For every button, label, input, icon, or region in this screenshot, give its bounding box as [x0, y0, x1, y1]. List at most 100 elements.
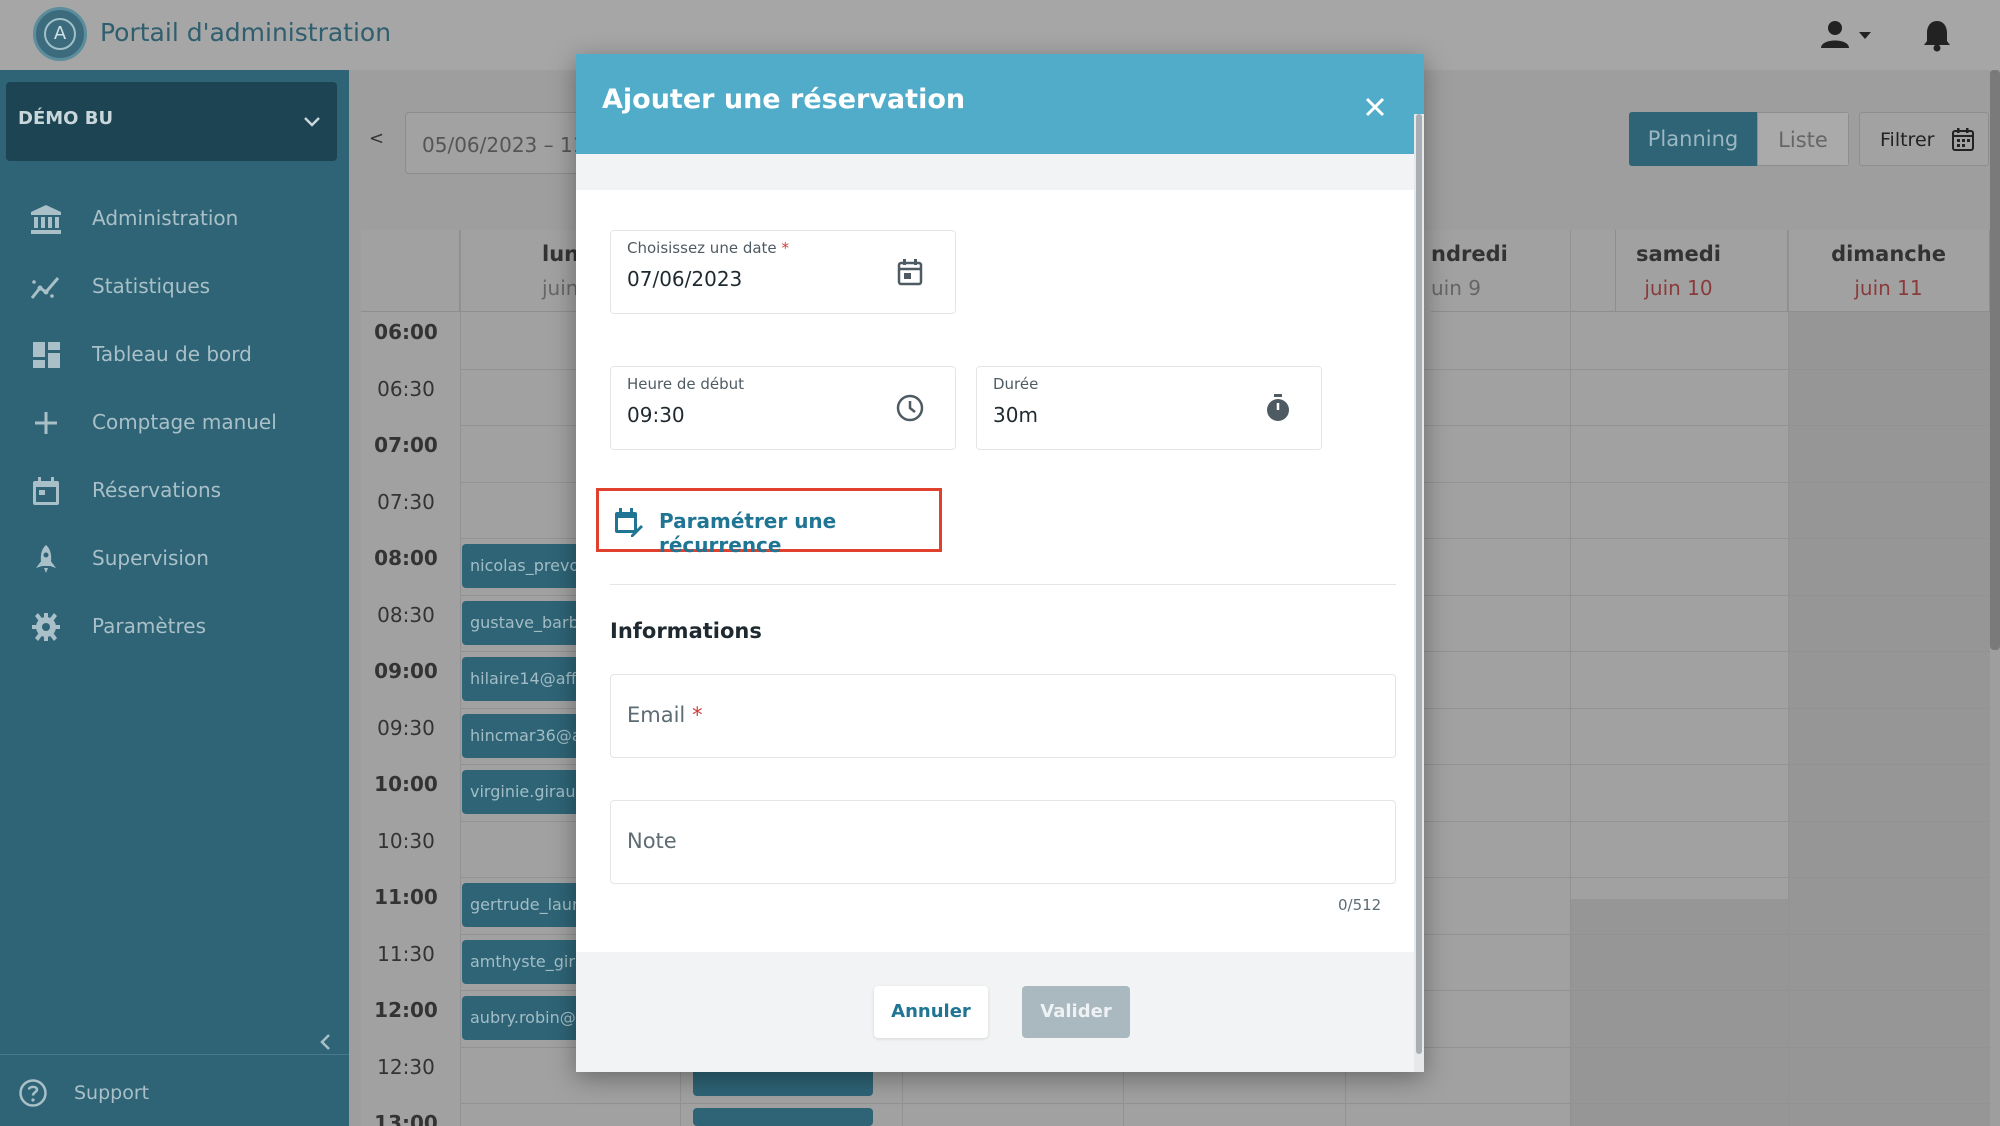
sidebar-item-comptage-manuel[interactable]: Comptage manuel — [0, 394, 349, 450]
time-label: 10:30 — [377, 828, 435, 853]
event-block[interactable] — [693, 1108, 873, 1126]
start-time-field[interactable]: Heure de début 09:30 — [610, 366, 956, 450]
sidebar-item-reservations[interactable]: Réservations — [0, 462, 349, 518]
sidebar-item-parametres[interactable]: Paramètres — [0, 598, 349, 654]
sidebar-item-label: Comptage manuel — [92, 410, 277, 434]
timer-icon[interactable] — [1263, 393, 1293, 423]
sidebar-item-supervision[interactable]: Supervision — [0, 530, 349, 586]
time-label: 11:30 — [377, 941, 435, 966]
day-header-saturday: samedi juin 10 — [1570, 230, 1788, 312]
view-toggle: Planning Liste — [1629, 112, 1849, 166]
day-date: juin 11 — [1854, 276, 1923, 300]
note-field[interactable]: Note — [610, 800, 1396, 884]
view-planning-button[interactable]: Planning — [1629, 112, 1757, 166]
help-circle-icon — [19, 1079, 47, 1107]
calendar-icon[interactable] — [895, 257, 925, 287]
start-time-label: Heure de début — [627, 375, 745, 393]
dialog-scrollbar-thumb[interactable] — [1416, 114, 1422, 1054]
date-field-value: 07/06/2023 — [627, 267, 743, 291]
grid-column-line — [1788, 230, 1789, 1126]
calendar-edit-icon — [615, 508, 643, 537]
time-label: 09:00 — [374, 659, 438, 683]
email-field[interactable]: Email * — [610, 674, 1396, 758]
collapse-sidebar-icon[interactable] — [314, 1030, 338, 1054]
add-reservation-dialog: Ajouter une réservation Choisissez une d… — [576, 54, 1424, 1072]
event-block[interactable] — [693, 1068, 873, 1096]
note-placeholder: Note — [627, 829, 677, 853]
bell-icon — [1924, 21, 1950, 52]
recurrence-button[interactable]: Paramétrer une récurrence — [596, 488, 942, 557]
recurrence-label: Paramétrer une récurrence — [659, 509, 837, 557]
sidebar-item-label: Réservations — [92, 478, 222, 502]
time-label: 11:00 — [374, 885, 438, 909]
time-label: 12:00 — [374, 998, 438, 1022]
time-label: 09:30 — [377, 715, 435, 740]
time-label: 10:00 — [374, 772, 438, 796]
day-date: juin 10 — [1644, 276, 1713, 300]
chevron-down-icon — [304, 117, 320, 127]
business-unit-selector[interactable]: DÉMO BU — [6, 82, 337, 161]
sidebar-item-statistiques[interactable]: Statistiques — [0, 258, 349, 314]
page-scrollbar[interactable] — [1990, 70, 2000, 650]
sidebar-item-administration[interactable]: Administration — [0, 190, 349, 246]
day-name: dimanche — [1831, 242, 1946, 266]
time-label: 07:00 — [374, 433, 438, 457]
sidebar-item-tableau-de-bord[interactable]: Tableau de bord — [0, 326, 349, 382]
rocket-icon — [36, 545, 56, 573]
dialog-title: Ajouter une réservation — [602, 84, 966, 115]
calendar-icon — [1952, 128, 1974, 151]
caret-down-icon — [1859, 32, 1871, 39]
time-column-header — [361, 230, 460, 312]
clock-icon[interactable] — [895, 393, 925, 423]
duration-value: 30m — [993, 403, 1038, 427]
grid-row-line — [460, 1103, 1990, 1104]
user-menu-button[interactable] — [1815, 18, 1875, 52]
close-icon[interactable] — [1360, 92, 1390, 122]
date-field-label: Choisissez une date * — [627, 239, 789, 257]
dialog-footer: Annuler Valider — [576, 952, 1414, 1072]
section-divider — [610, 584, 1396, 585]
previous-week-button[interactable]: < — [369, 128, 384, 149]
day-name: samedi — [1635, 242, 1722, 266]
duration-label: Durée — [993, 375, 1039, 393]
validate-button[interactable]: Valider — [1022, 986, 1130, 1038]
date-field[interactable]: Choisissez une date * 07/06/2023 — [610, 230, 956, 314]
start-time-value: 09:30 — [627, 403, 685, 427]
app-logo[interactable]: A — [33, 7, 87, 61]
grid-column-line — [1570, 230, 1571, 1126]
note-char-count: 0/512 — [1338, 896, 1382, 914]
notifications-button[interactable] — [1922, 18, 1952, 52]
dialog-header: Ajouter une réservation — [576, 54, 1424, 154]
time-label: 06:00 — [374, 320, 438, 344]
time-label: 08:00 — [374, 546, 438, 570]
time-label: 06:30 — [377, 376, 435, 401]
user-icon — [1821, 21, 1871, 48]
sidebar: DÉMO BU Administration Statistiques Tabl… — [0, 70, 349, 1126]
support-link[interactable]: Support — [18, 1070, 218, 1114]
view-liste-button[interactable]: Liste — [1757, 112, 1849, 166]
plus-icon — [35, 412, 57, 434]
time-label: 08:30 — [377, 602, 435, 627]
duration-field[interactable]: Durée 30m — [976, 366, 1322, 450]
day-header-sunday: dimanche juin 11 — [1788, 230, 1990, 312]
informations-title: Informations — [610, 619, 762, 643]
filter-button[interactable]: Filtrer — [1859, 112, 1989, 166]
sidebar-item-label: Paramètres — [92, 614, 207, 638]
time-label: 12:30 — [377, 1054, 435, 1079]
grid-column-line — [460, 230, 461, 1126]
email-placeholder: Email * — [627, 703, 703, 727]
time-label: 07:30 — [377, 489, 435, 514]
closed-day-area — [1788, 312, 1990, 1126]
dialog-top-band — [576, 154, 1414, 190]
date-range-text: 05/06/2023 – 11/ — [422, 133, 593, 157]
sidebar-divider — [0, 1054, 349, 1055]
chart-line-icon — [30, 277, 60, 299]
bank-icon — [31, 205, 61, 234]
gear-icon — [32, 613, 60, 641]
cancel-button[interactable]: Annuler — [874, 986, 988, 1038]
sidebar-item-label: Supervision — [92, 546, 209, 570]
calendar-icon — [33, 477, 59, 505]
dialog-scrollbar[interactable] — [1414, 114, 1424, 1072]
filter-label: Filtrer — [1880, 129, 1935, 151]
app-title[interactable]: Portail d'administration — [100, 18, 391, 47]
